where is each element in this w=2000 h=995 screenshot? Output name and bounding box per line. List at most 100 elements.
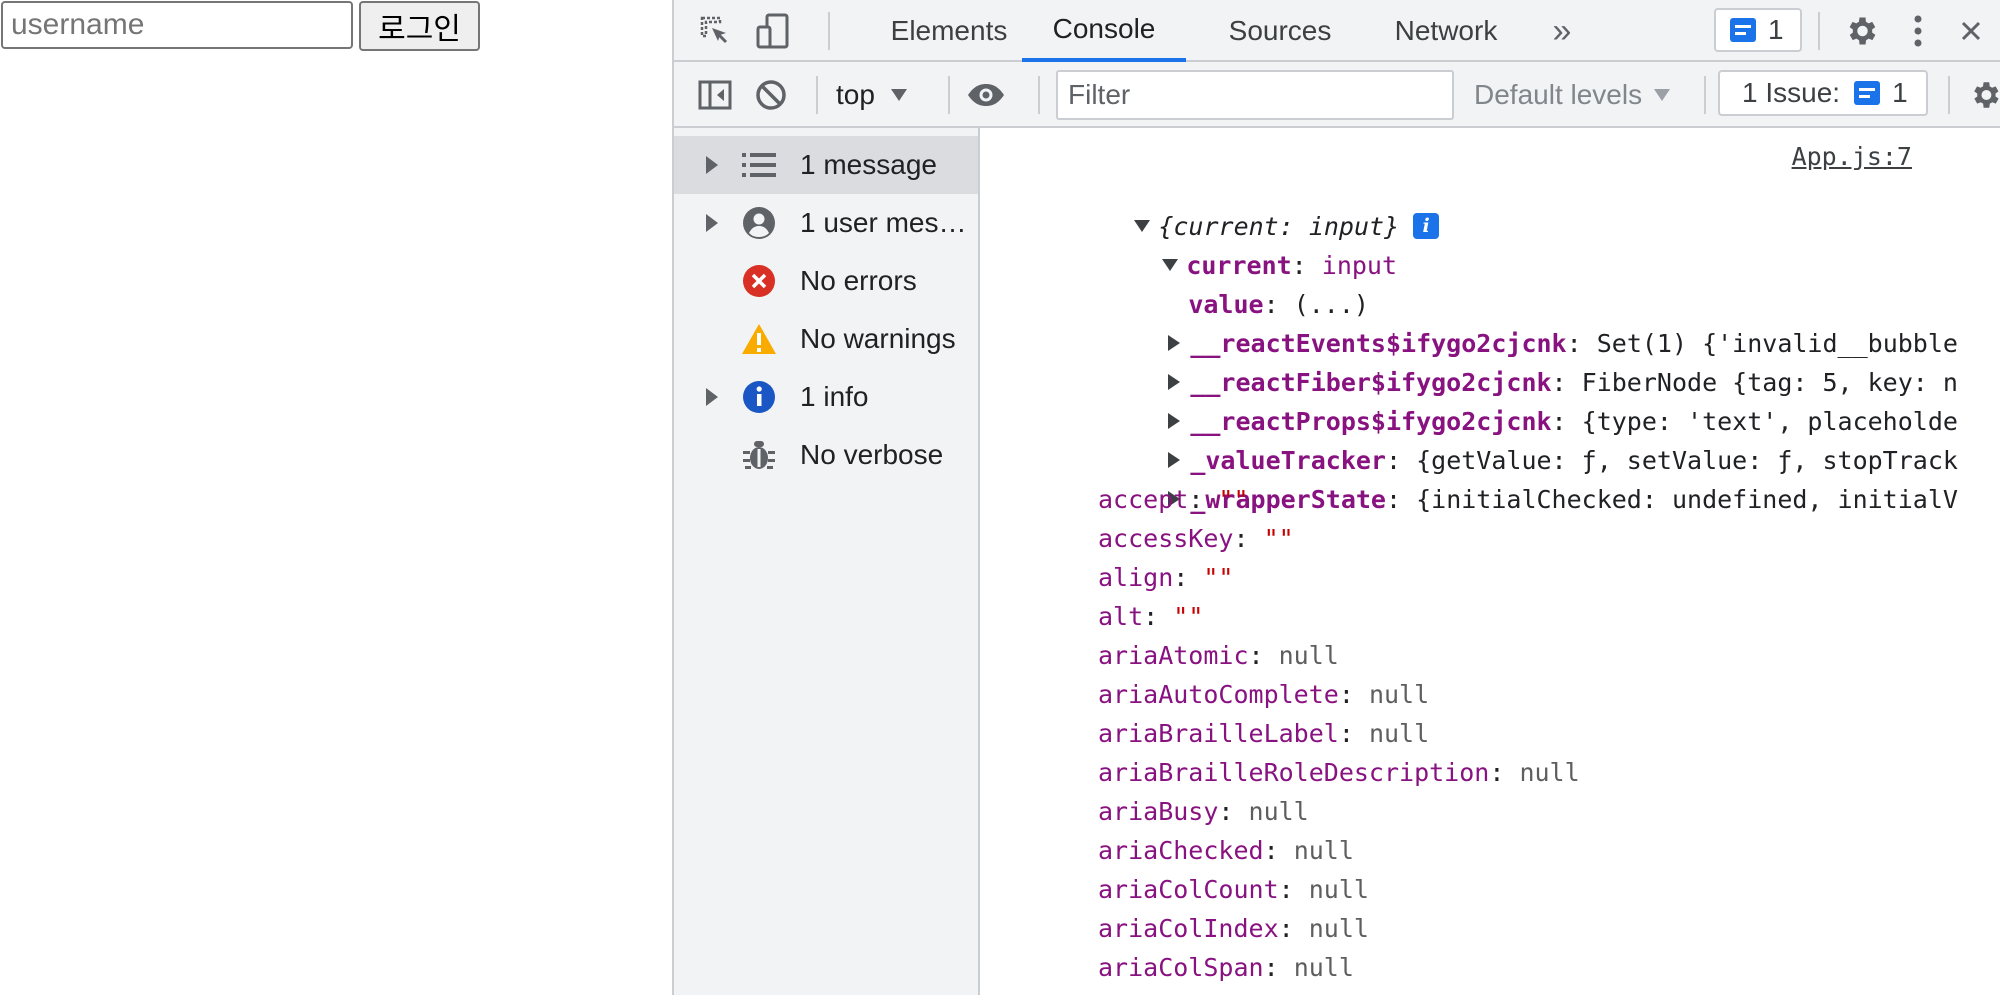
error-icon xyxy=(741,263,777,299)
property-line[interactable]: ariaColCount: null xyxy=(1098,870,1369,909)
property-value: "" xyxy=(1173,602,1204,631)
info-badge-icon[interactable]: i xyxy=(1413,213,1440,239)
property-key: ariaChecked xyxy=(1098,836,1264,865)
property-line[interactable]: value: (...) xyxy=(1098,246,1369,319)
toolbar-divider xyxy=(1038,76,1040,114)
info-icon xyxy=(741,379,777,415)
property-line[interactable]: ariaAtomic: null xyxy=(1098,636,1339,675)
property-key: ariaBrailleRoleDescription xyxy=(1098,758,1490,787)
property-line[interactable]: align: "" xyxy=(1098,558,1233,597)
dropdown-arrow-icon xyxy=(1654,89,1671,101)
property-line[interactable]: ariaBrailleRoleDescription: null xyxy=(1098,753,1580,792)
property-value: null xyxy=(1519,758,1580,787)
property-key: align xyxy=(1098,563,1174,592)
expand-arrow-icon[interactable] xyxy=(706,156,718,174)
expand-arrow-icon[interactable] xyxy=(706,388,718,406)
settings-gear-icon[interactable] xyxy=(1840,10,1882,52)
source-link[interactable]: App.js:7 xyxy=(1792,142,1912,171)
inspect-element-icon[interactable] xyxy=(694,10,736,52)
sidebar-item-label: No errors xyxy=(800,265,917,296)
tab-elements[interactable]: Elements xyxy=(854,0,1044,62)
object-current-line[interactable]: current: input xyxy=(1072,207,1397,280)
property-key: alt xyxy=(1098,602,1144,631)
live-expression-eye-icon[interactable] xyxy=(964,74,1008,116)
property-value: "" xyxy=(1263,524,1294,553)
property-value: null xyxy=(1293,836,1354,865)
property-line[interactable]: alt: "" xyxy=(1098,597,1203,636)
warning-icon xyxy=(741,321,777,357)
property-line[interactable]: ariaBusy: null xyxy=(1098,792,1309,831)
property-value: null xyxy=(1308,875,1369,904)
device-toolbar-icon[interactable] xyxy=(752,10,794,52)
devtools-panel: Elements Console Sources Network » 1 top xyxy=(672,0,2000,995)
console-settings-gear-icon[interactable] xyxy=(1968,74,2000,116)
property-line[interactable]: ariaColIndex: null xyxy=(1098,909,1369,948)
toolbar-divider xyxy=(816,76,818,114)
username-input[interactable] xyxy=(1,1,353,49)
sidebar-item-label: No warnings xyxy=(800,323,956,354)
issues-label: 1 Issue: xyxy=(1742,77,1841,108)
sidebar-item-info[interactable]: 1 info xyxy=(674,368,978,426)
sidebar-item-verbose[interactable]: No verbose xyxy=(674,426,978,484)
property-value: null xyxy=(1278,641,1339,670)
kebab-menu-icon[interactable] xyxy=(1908,10,1928,52)
expandable-property-line[interactable]: _wrapperState: {initialChecked: undefine… xyxy=(1076,441,1958,514)
toolbar-divider xyxy=(948,76,950,114)
message-icon xyxy=(1730,18,1756,42)
expandable-property-line[interactable]: _valueTracker: {getValue: ƒ, setValue: ƒ… xyxy=(1076,402,1958,475)
property-line[interactable]: ariaAutoComplete: null xyxy=(1098,675,1429,714)
clear-console-icon[interactable] xyxy=(750,74,792,116)
property-line[interactable]: accessKey: "" xyxy=(1098,519,1294,558)
property-key: accessKey xyxy=(1098,524,1234,553)
more-tabs-icon[interactable]: » xyxy=(1542,0,1582,62)
sidebar-item-label: 1 info xyxy=(800,381,869,412)
issues-button[interactable]: 1 Issue: 1 xyxy=(1718,70,1928,116)
property-key: ariaColSpan xyxy=(1098,953,1264,982)
expandable-property-line[interactable]: __reactEvents$ifygo2cjcnk: Set(1) {'inva… xyxy=(1076,285,1958,358)
sidebar-item-label: No verbose xyxy=(800,439,944,470)
sidebar-item-label: 1 user mes… xyxy=(800,207,967,238)
list-icon xyxy=(741,147,777,183)
sidebar-item-user-messages[interactable]: 1 user mes… xyxy=(674,194,978,252)
property-key: ariaBrailleLabel xyxy=(1098,719,1339,748)
devtools-main-toolbar: Elements Console Sources Network » 1 xyxy=(674,0,2000,62)
property-value: "" xyxy=(1203,563,1234,592)
property-key: ariaAutoComplete xyxy=(1098,680,1339,709)
property-value: null xyxy=(1248,797,1309,826)
sidebar-toggle-icon[interactable] xyxy=(694,74,736,116)
sidebar-item-warnings[interactable]: No warnings xyxy=(674,310,978,368)
property-line[interactable]: ariaBrailleLabel: null xyxy=(1098,714,1429,753)
filter-input[interactable] xyxy=(1056,70,1454,120)
console-sidebar: 1 message 1 user mes… No errors No warni… xyxy=(674,128,980,995)
property-value: "" xyxy=(1218,485,1249,514)
expand-arrow-icon[interactable] xyxy=(706,214,718,232)
bug-icon xyxy=(741,437,777,473)
toolbar-divider xyxy=(1948,76,1950,114)
sidebar-item-label: 1 message xyxy=(800,149,937,180)
sidebar-item-errors[interactable]: No errors xyxy=(674,252,978,310)
property-line[interactable]: ariaChecked: null xyxy=(1098,831,1354,870)
user-icon xyxy=(741,205,777,241)
context-selector[interactable]: top xyxy=(826,72,930,118)
message-icon xyxy=(1854,81,1881,105)
object-root-line[interactable]: {current: input} i xyxy=(1044,168,1440,241)
log-levels-dropdown[interactable]: Default levels xyxy=(1474,72,1686,118)
tab-network[interactable]: Network xyxy=(1366,0,1526,62)
close-icon[interactable] xyxy=(1956,10,1986,52)
expandable-property-line[interactable]: __reactProps$ifygo2cjcnk: {type: 'text',… xyxy=(1076,363,1958,436)
messages-badge[interactable]: 1 xyxy=(1714,8,1802,52)
context-selector-label: top xyxy=(836,79,875,110)
property-line[interactable]: accept: "" xyxy=(1098,480,1249,519)
property-line[interactable]: ariaColSpan: null xyxy=(1098,948,1354,987)
tab-sources[interactable]: Sources xyxy=(1200,0,1360,62)
dropdown-arrow-icon xyxy=(890,89,907,101)
toolbar-divider xyxy=(828,12,830,50)
login-button[interactable]: 로그인 xyxy=(359,1,480,51)
tab-console[interactable]: Console xyxy=(1022,0,1186,62)
sidebar-item-messages[interactable]: 1 message xyxy=(674,136,978,194)
property-value: {initialChecked: undefined, initialV xyxy=(1416,485,1958,514)
property-value: null xyxy=(1368,719,1430,748)
page-viewport: 로그인 xyxy=(0,0,672,995)
issues-count: 1 xyxy=(1892,77,1908,108)
expandable-property-line[interactable]: __reactFiber$ifygo2cjcnk: FiberNode {tag… xyxy=(1076,324,1958,397)
